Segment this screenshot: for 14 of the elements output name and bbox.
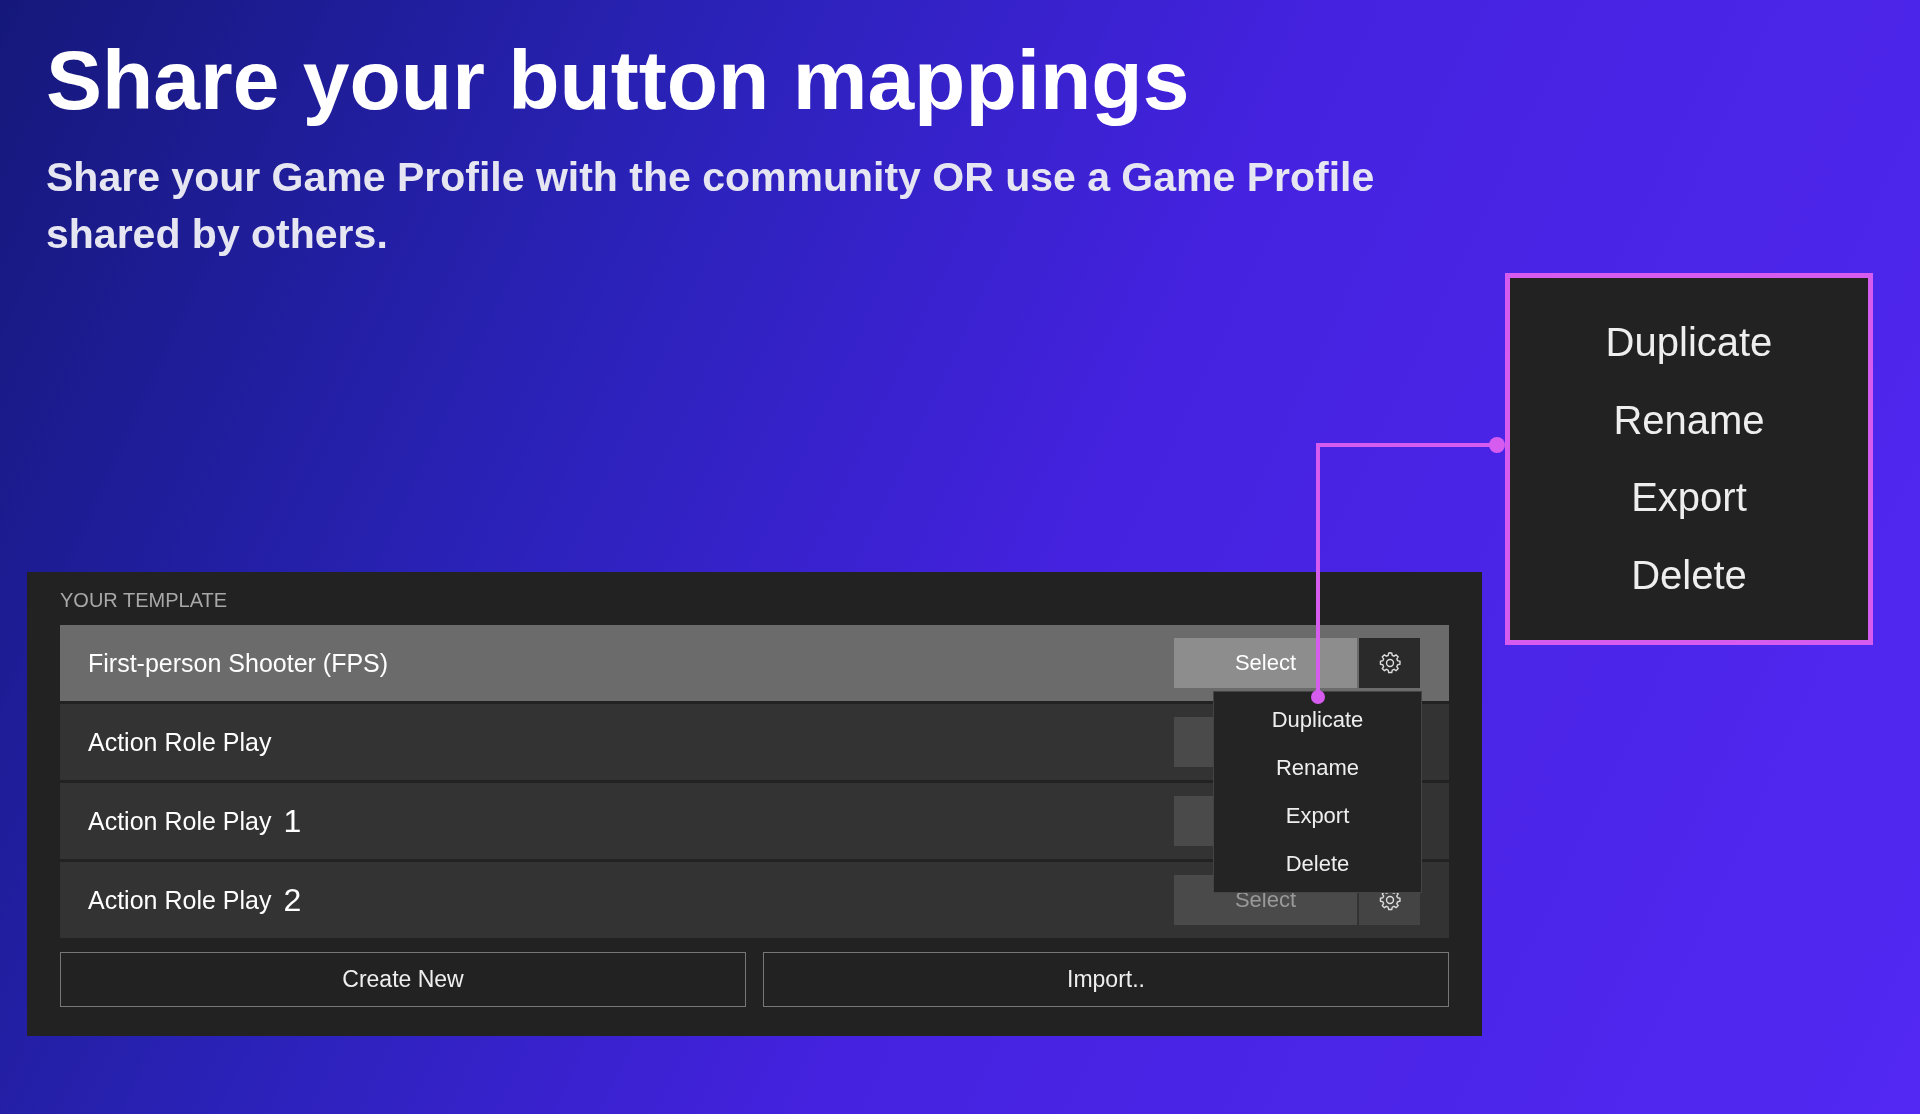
page-title: Share your button mappings [46,32,1191,129]
template-number: 1 [283,802,302,840]
settings-button[interactable] [1359,638,1420,688]
create-new-button[interactable]: Create New [60,952,746,1007]
template-name: First-person Shooter (FPS) [88,648,389,678]
template-number: 2 [283,881,302,919]
panel-heading: YOUR TEMPLATE [60,588,229,613]
import-button[interactable]: Import.. [763,952,1449,1007]
page-subtitle: Share your Game Profile with the community OR use a Game Profile shared by others. [46,152,1376,259]
template-name: Action Role Play [88,885,272,915]
template-name: Action Role Play [88,806,272,836]
menu-item[interactable]: Export [1214,792,1421,840]
template-name: Action Role Play [88,727,272,757]
template-row[interactable]: First-person Shooter (FPS) Select [60,625,1449,701]
